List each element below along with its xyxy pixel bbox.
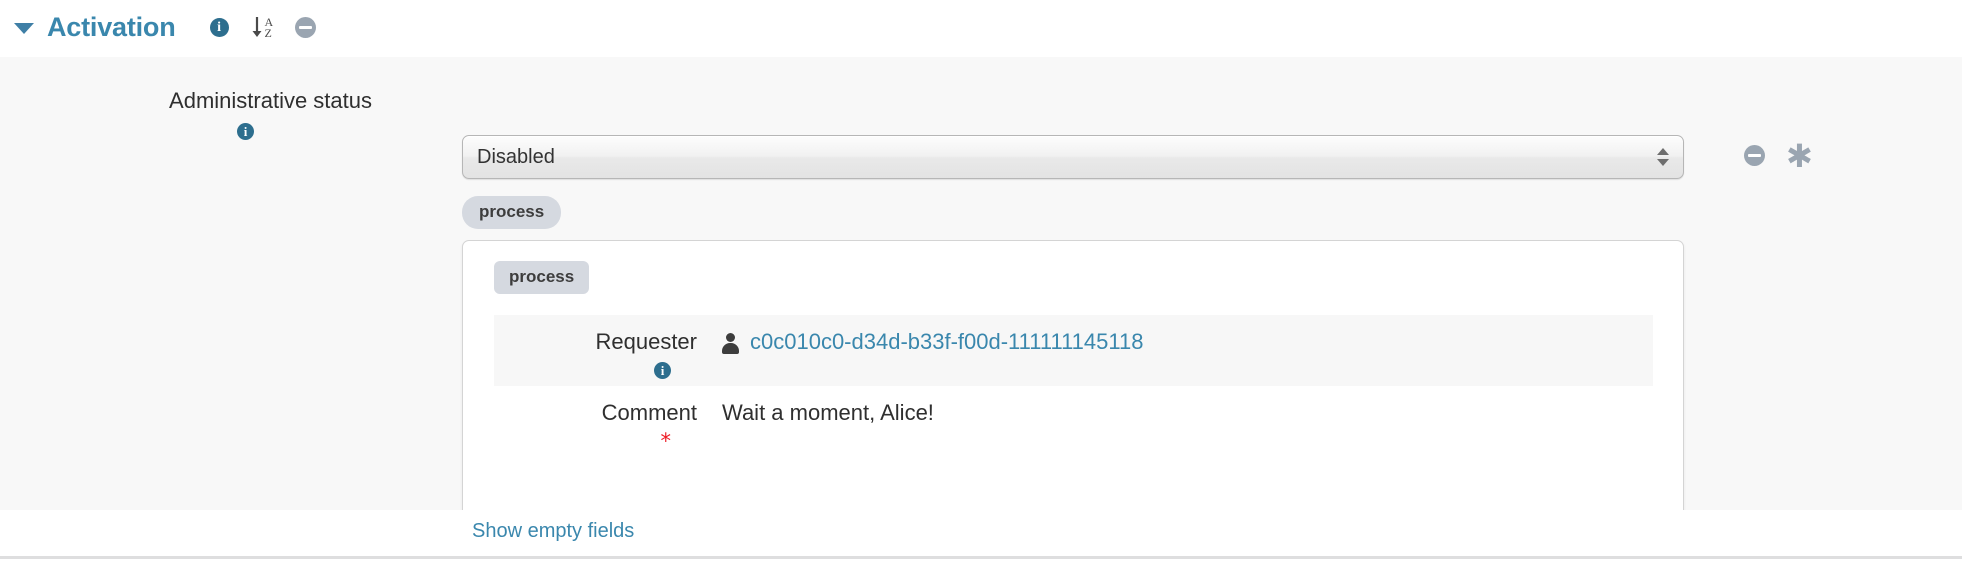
table-row: Comment * Wait a moment, Alice! [494, 386, 1653, 461]
status-badge-process-inner[interactable]: process [494, 261, 589, 294]
caret-down-icon[interactable] [14, 23, 34, 34]
requester-label-icons: i [494, 362, 697, 379]
administrative-status-label-icons: i [0, 123, 372, 140]
administrative-status-label: Administrative status [0, 88, 372, 114]
page-title[interactable]: Activation [47, 14, 176, 44]
stepper-arrows-icon[interactable] [1657, 148, 1669, 166]
info-icon[interactable]: i [210, 18, 229, 37]
process-card: process Requester i c0c010c0-d34d-b33f-f… [462, 240, 1684, 520]
sort-icon-letters: A Z [265, 17, 274, 39]
info-icon[interactable]: i [237, 123, 254, 140]
footer: Show empty fields [0, 510, 1962, 566]
requester-label: Requester [494, 329, 697, 354]
requester-label-group: Requester i [494, 315, 697, 386]
administrative-status-select-value: Disabled [477, 146, 555, 169]
show-empty-fields-link[interactable]: Show empty fields [472, 520, 634, 543]
minus-circle-icon[interactable] [1744, 145, 1765, 166]
field-row-controls: ✱ [1744, 145, 1813, 166]
requester-link[interactable]: c0c010c0-d34d-b33f-f00d-111111145118 [750, 328, 1143, 355]
asterisk-icon[interactable]: ✱ [1786, 146, 1813, 166]
sort-letter-z: Z [265, 28, 274, 39]
comment-label-icons: * [494, 433, 697, 450]
administrative-status-label-group: Administrative status i [0, 88, 372, 140]
section-header-icons: i A Z [210, 16, 317, 42]
activation-panel: Administrative status i Disabled ✱ proce… [0, 57, 1962, 510]
person-icon [722, 333, 739, 354]
section-header: Activation i A Z [0, 0, 1962, 57]
comment-label: Comment [494, 400, 697, 425]
required-asterisk-icon: * [661, 433, 672, 450]
footer-divider [0, 556, 1962, 559]
minus-circle-icon[interactable] [295, 17, 316, 38]
administrative-status-select[interactable]: Disabled [462, 135, 1684, 179]
requester-value-group: c0c010c0-d34d-b33f-f00d-111111145118 [697, 315, 1143, 386]
comment-value: Wait a moment, Alice! [722, 399, 934, 426]
sort-alpha-down-icon[interactable]: A Z [251, 16, 274, 40]
table-row: Requester i c0c010c0-d34d-b33f-f00d-1111… [494, 315, 1653, 386]
status-badge-process-outer[interactable]: process [462, 196, 561, 229]
administrative-status-select-wrap: Disabled [462, 135, 1684, 179]
comment-label-group: Comment * [494, 386, 697, 461]
info-icon[interactable]: i [654, 362, 671, 379]
comment-value-group: Wait a moment, Alice! [697, 386, 934, 461]
